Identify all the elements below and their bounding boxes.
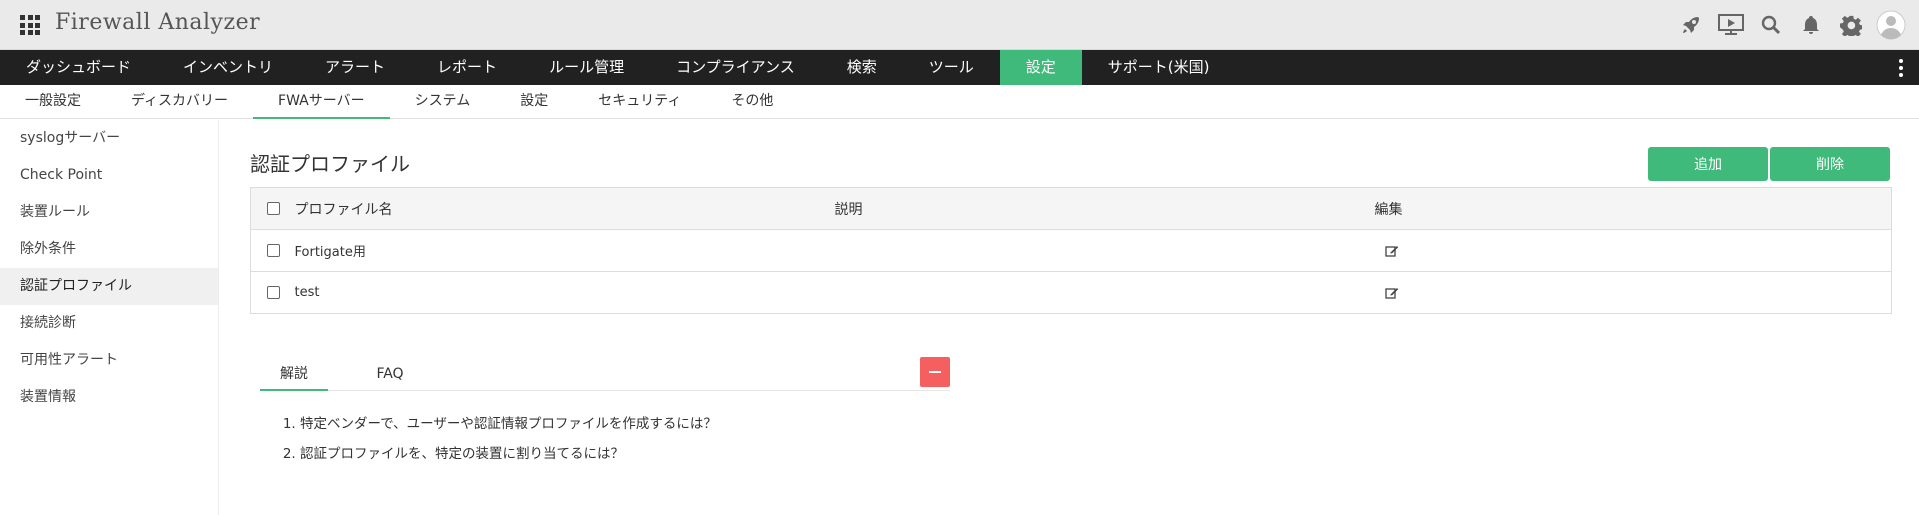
help-tabs: 解説 FAQ — [260, 357, 950, 391]
select-all-checkbox[interactable] — [267, 202, 280, 215]
subnav-system[interactable]: システム — [390, 85, 496, 119]
header-profile-name[interactable]: プロファイル名 — [294, 187, 835, 230]
sidebar-item-device-info[interactable]: 装置情報 — [0, 379, 218, 416]
sidebar: syslogサーバー Check Point 装置ルール 除外条件 認証プロファ… — [0, 120, 219, 515]
header-edit: 編集 — [1374, 187, 1892, 230]
sidebar-item-device-rules[interactable]: 装置ルール — [0, 194, 218, 231]
profile-name-cell: test — [294, 271, 835, 314]
tab-explanation[interactable]: 解説 — [260, 357, 328, 391]
table-header-row: プロファイル名 説明 編集 — [250, 187, 1892, 230]
sidebar-item-connection-diagnostics[interactable]: 接続診断 — [0, 305, 218, 342]
subnav-other[interactable]: その他 — [706, 85, 798, 119]
search-icon[interactable] — [1751, 10, 1791, 40]
sidebar-item-syslog-server[interactable]: syslogサーバー — [0, 120, 218, 157]
header-toolbar — [1671, 10, 1911, 40]
app-grid-icon[interactable] — [20, 15, 40, 35]
presentation-icon[interactable] — [1711, 10, 1751, 40]
nav-dashboard[interactable]: ダッシュボード — [0, 50, 157, 85]
gear-icon[interactable] — [1831, 10, 1871, 40]
nav-search[interactable]: 検索 — [821, 50, 903, 85]
sub-nav: 一般設定 ディスカバリー FWAサーバー システム 設定 セキュリティ その他 — [0, 85, 1919, 119]
avatar-icon[interactable] — [1871, 10, 1911, 40]
nav-tools[interactable]: ツール — [903, 50, 1000, 85]
profile-name-cell: Fortigate用 — [294, 229, 835, 272]
more-menu-icon[interactable] — [1893, 50, 1909, 85]
top-header: Firewall Analyzer — [0, 0, 1919, 50]
nav-rule-management[interactable]: ルール管理 — [523, 50, 650, 85]
sidebar-item-exclusions[interactable]: 除外条件 — [0, 231, 218, 268]
rocket-icon[interactable] — [1671, 10, 1711, 40]
minus-icon — [929, 371, 941, 373]
sidebar-item-auth-profile[interactable]: 認証プロファイル — [0, 268, 218, 305]
subnav-settings[interactable]: 設定 — [495, 85, 573, 119]
row-checkbox[interactable] — [267, 244, 280, 257]
edit-icon[interactable] — [1384, 286, 1399, 300]
app-title: Firewall Analyzer — [55, 10, 261, 35]
subnav-discovery[interactable]: ディスカバリー — [106, 85, 253, 119]
nav-settings[interactable]: 設定 — [999, 50, 1082, 85]
sidebar-item-availability-alerts[interactable]: 可用性アラート — [0, 342, 218, 379]
nav-alerts[interactable]: アラート — [299, 50, 411, 85]
nav-reports[interactable]: レポート — [411, 50, 523, 85]
main-nav: ダッシュボード インベントリ アラート レポート ルール管理 コンプライアンス … — [0, 50, 1919, 85]
subnav-fwa-server[interactable]: FWAサーバー — [253, 85, 390, 119]
page-title: 認証プロファイル — [250, 152, 410, 176]
help-list: 特定ベンダーで、ユーザーや認証情報プロファイルを作成するには？ 認証プロファイル… — [260, 409, 950, 469]
nav-support[interactable]: サポート(米国) — [1082, 50, 1236, 85]
profile-description-cell — [834, 229, 1375, 272]
tab-faq[interactable]: FAQ — [360, 357, 420, 391]
help-item[interactable]: 特定ベンダーで、ユーザーや認証情報プロファイルを作成するには？ — [300, 409, 950, 439]
subnav-general-settings[interactable]: 一般設定 — [0, 85, 106, 119]
header-description[interactable]: 説明 — [834, 187, 1375, 230]
help-panel: 解説 FAQ 特定ベンダーで、ユーザーや認証情報プロファイルを作成するには？ 認… — [260, 357, 950, 469]
row-checkbox[interactable] — [267, 286, 280, 299]
profile-description-cell — [834, 271, 1375, 314]
table-row: Fortigate用 — [250, 229, 1892, 272]
sidebar-item-check-point[interactable]: Check Point — [0, 157, 218, 194]
profiles-table: プロファイル名 説明 編集 Fortigate用 test — [250, 187, 1892, 314]
nav-compliance[interactable]: コンプライアンス — [650, 50, 821, 85]
edit-icon[interactable] — [1384, 244, 1399, 258]
delete-button[interactable]: 削除 — [1770, 147, 1890, 181]
collapse-help-button[interactable] — [920, 357, 950, 387]
subnav-security[interactable]: セキュリティ — [573, 85, 706, 119]
add-button[interactable]: 追加 — [1648, 147, 1768, 181]
nav-inventory[interactable]: インベントリ — [157, 50, 299, 85]
bell-icon[interactable] — [1791, 10, 1831, 40]
help-item[interactable]: 認証プロファイルを、特定の装置に割り当てるには？ — [300, 439, 950, 469]
table-row: test — [250, 271, 1892, 314]
